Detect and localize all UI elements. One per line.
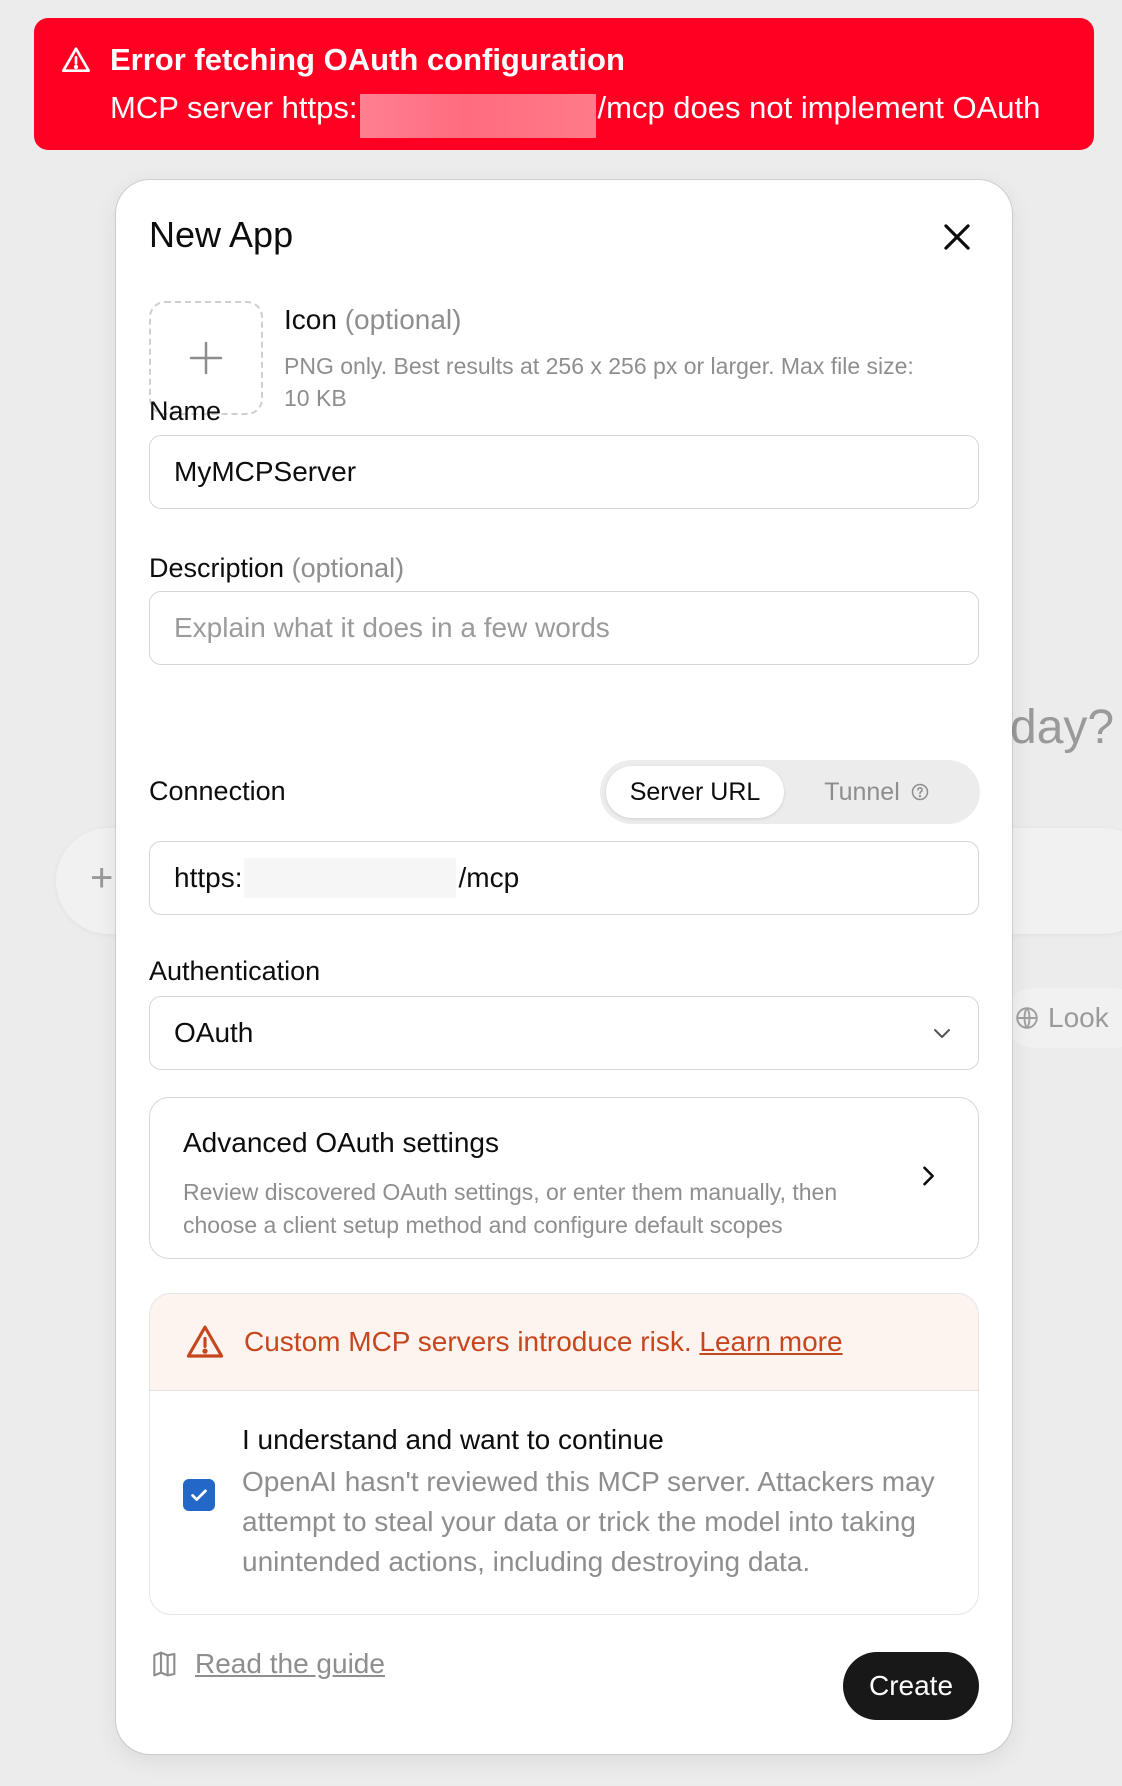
name-label: Name (149, 396, 222, 426)
name-input-value: MyMCPServer (174, 456, 357, 487)
tunnel-tab-label: Tunnel (824, 777, 900, 806)
new-app-dialog: New App Icon (optional) PNG only. Best r… (116, 180, 1012, 1754)
url-prefix: https: (174, 862, 243, 893)
url-suffix: /mcp (458, 862, 520, 893)
read-guide-label: Read the guide (195, 1648, 385, 1679)
advanced-oauth-settings-button[interactable]: Advanced OAuth settings Review discovere… (149, 1097, 979, 1259)
description-field-label: Description (optional) (149, 553, 404, 584)
description-placeholder: Explain what it does in a few words (174, 612, 610, 643)
book-icon (153, 1651, 176, 1677)
globe-icon (1016, 1007, 1038, 1029)
advanced-description: Review discovered OAuth settings, or ent… (183, 1179, 838, 1238)
name-input[interactable]: MyMCPServer (149, 435, 979, 509)
authentication-value: OAuth (174, 1017, 254, 1048)
chevron-right-icon (923, 1166, 934, 1186)
warning-icon (62, 47, 90, 72)
redacted-url (244, 858, 457, 898)
read-guide-link[interactable]: Read the guide (149, 1648, 385, 1680)
background-plus-icon: + (90, 856, 114, 900)
icon-field-label: Icon (optional) (284, 304, 461, 336)
warning-triangle-icon (186, 1325, 224, 1358)
learn-more-link[interactable]: Learn more (699, 1326, 842, 1357)
create-button[interactable]: Create (843, 1652, 979, 1720)
authentication-select[interactable]: OAuth (149, 996, 979, 1070)
description-optional: (optional) (291, 553, 405, 583)
background-pill-label: Look (1048, 1002, 1109, 1033)
close-icon[interactable] (938, 218, 976, 256)
risk-banner: Custom MCP servers introduce risk. Learn… (150, 1294, 978, 1391)
description-label: Description (149, 553, 285, 583)
chevron-down-icon (934, 1029, 950, 1038)
description-input[interactable]: Explain what it does in a few words (149, 591, 979, 665)
toast-message-prefix: MCP server https: (110, 90, 358, 126)
server-url-tab[interactable]: Server URL (606, 766, 784, 818)
risk-warning-card: Custom MCP servers introduce risk. Learn… (149, 1293, 979, 1615)
authentication-label: Authentication (149, 956, 321, 986)
risk-text: Custom MCP servers introduce risk. Learn… (244, 1326, 843, 1358)
toast-message-suffix: /mcp does not implement OAuth (597, 90, 1041, 126)
acknowledge-description: OpenAI hasn't reviewed this MCP server. … (242, 1466, 935, 1577)
tunnel-tab[interactable]: Tunnel (784, 766, 970, 818)
checkmark-icon (191, 1489, 207, 1501)
connection-label: Connection (149, 776, 286, 806)
advanced-title: Advanced OAuth settings (183, 1127, 499, 1158)
server-url-input[interactable]: https: /mcp (149, 841, 979, 915)
toast-message: MCP server https: /mcp does not implement… (110, 88, 1068, 138)
redacted-url (359, 94, 596, 138)
icon-optional: (optional) (344, 304, 462, 335)
risk-warning: Custom MCP servers introduce risk. (244, 1326, 692, 1357)
plus-icon (189, 341, 223, 375)
help-circle-icon (911, 783, 928, 801)
dialog-title: New App (149, 214, 294, 255)
background-pill: Look (1004, 988, 1122, 1048)
icon-help-text: PNG only. Best results at 256 x 256 px o… (284, 353, 914, 411)
connection-type-toggle: Server URL Tunnel (600, 760, 980, 824)
toast-title: Error fetching OAuth configuration (110, 42, 625, 77)
acknowledge-checkbox[interactable] (183, 1479, 215, 1511)
background-heading: day? (1010, 701, 1115, 754)
icon-label: Icon (284, 304, 337, 335)
error-toast: Error fetching OAuth configuration MCP s… (34, 18, 1094, 150)
acknowledge-title: I understand and want to continue (242, 1424, 664, 1455)
